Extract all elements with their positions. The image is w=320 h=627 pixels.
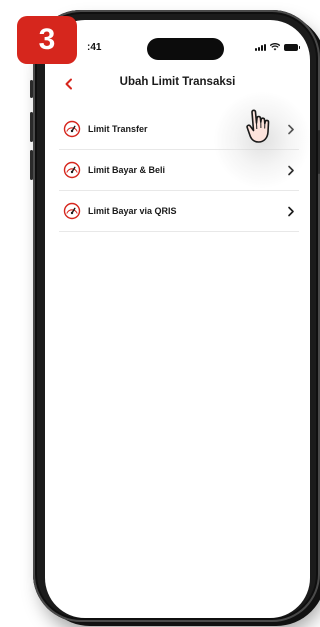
menu-item-label: Limit Bayar via QRIS <box>88 206 177 216</box>
speedometer-icon <box>62 201 82 221</box>
signal-icon <box>255 43 266 51</box>
tutorial-canvas: :41 Ubah Limit Transaksi Limit Transfer … <box>0 0 320 627</box>
phone-side-button <box>30 80 33 98</box>
page-title: Ubah Limit Transaksi <box>119 76 236 88</box>
menu-item-limit-bayar-qris[interactable]: Limit Bayar via QRIS <box>59 191 299 232</box>
speedometer-icon <box>62 119 82 139</box>
speedometer-icon <box>62 160 82 180</box>
menu-item-label: Limit Transfer <box>88 124 148 134</box>
step-number-badge: 3 <box>17 16 77 64</box>
tap-hand-icon <box>246 109 270 143</box>
dynamic-island <box>147 38 224 60</box>
wifi-icon <box>270 43 280 51</box>
status-icons <box>255 43 300 51</box>
status-time: :41 <box>87 42 102 53</box>
battery-icon <box>284 43 300 51</box>
menu-item-label: Limit Bayar & Beli <box>88 165 166 175</box>
phone-volume-down-button <box>30 150 33 180</box>
phone-volume-up-button <box>30 112 33 142</box>
chevron-right-icon <box>285 205 297 217</box>
